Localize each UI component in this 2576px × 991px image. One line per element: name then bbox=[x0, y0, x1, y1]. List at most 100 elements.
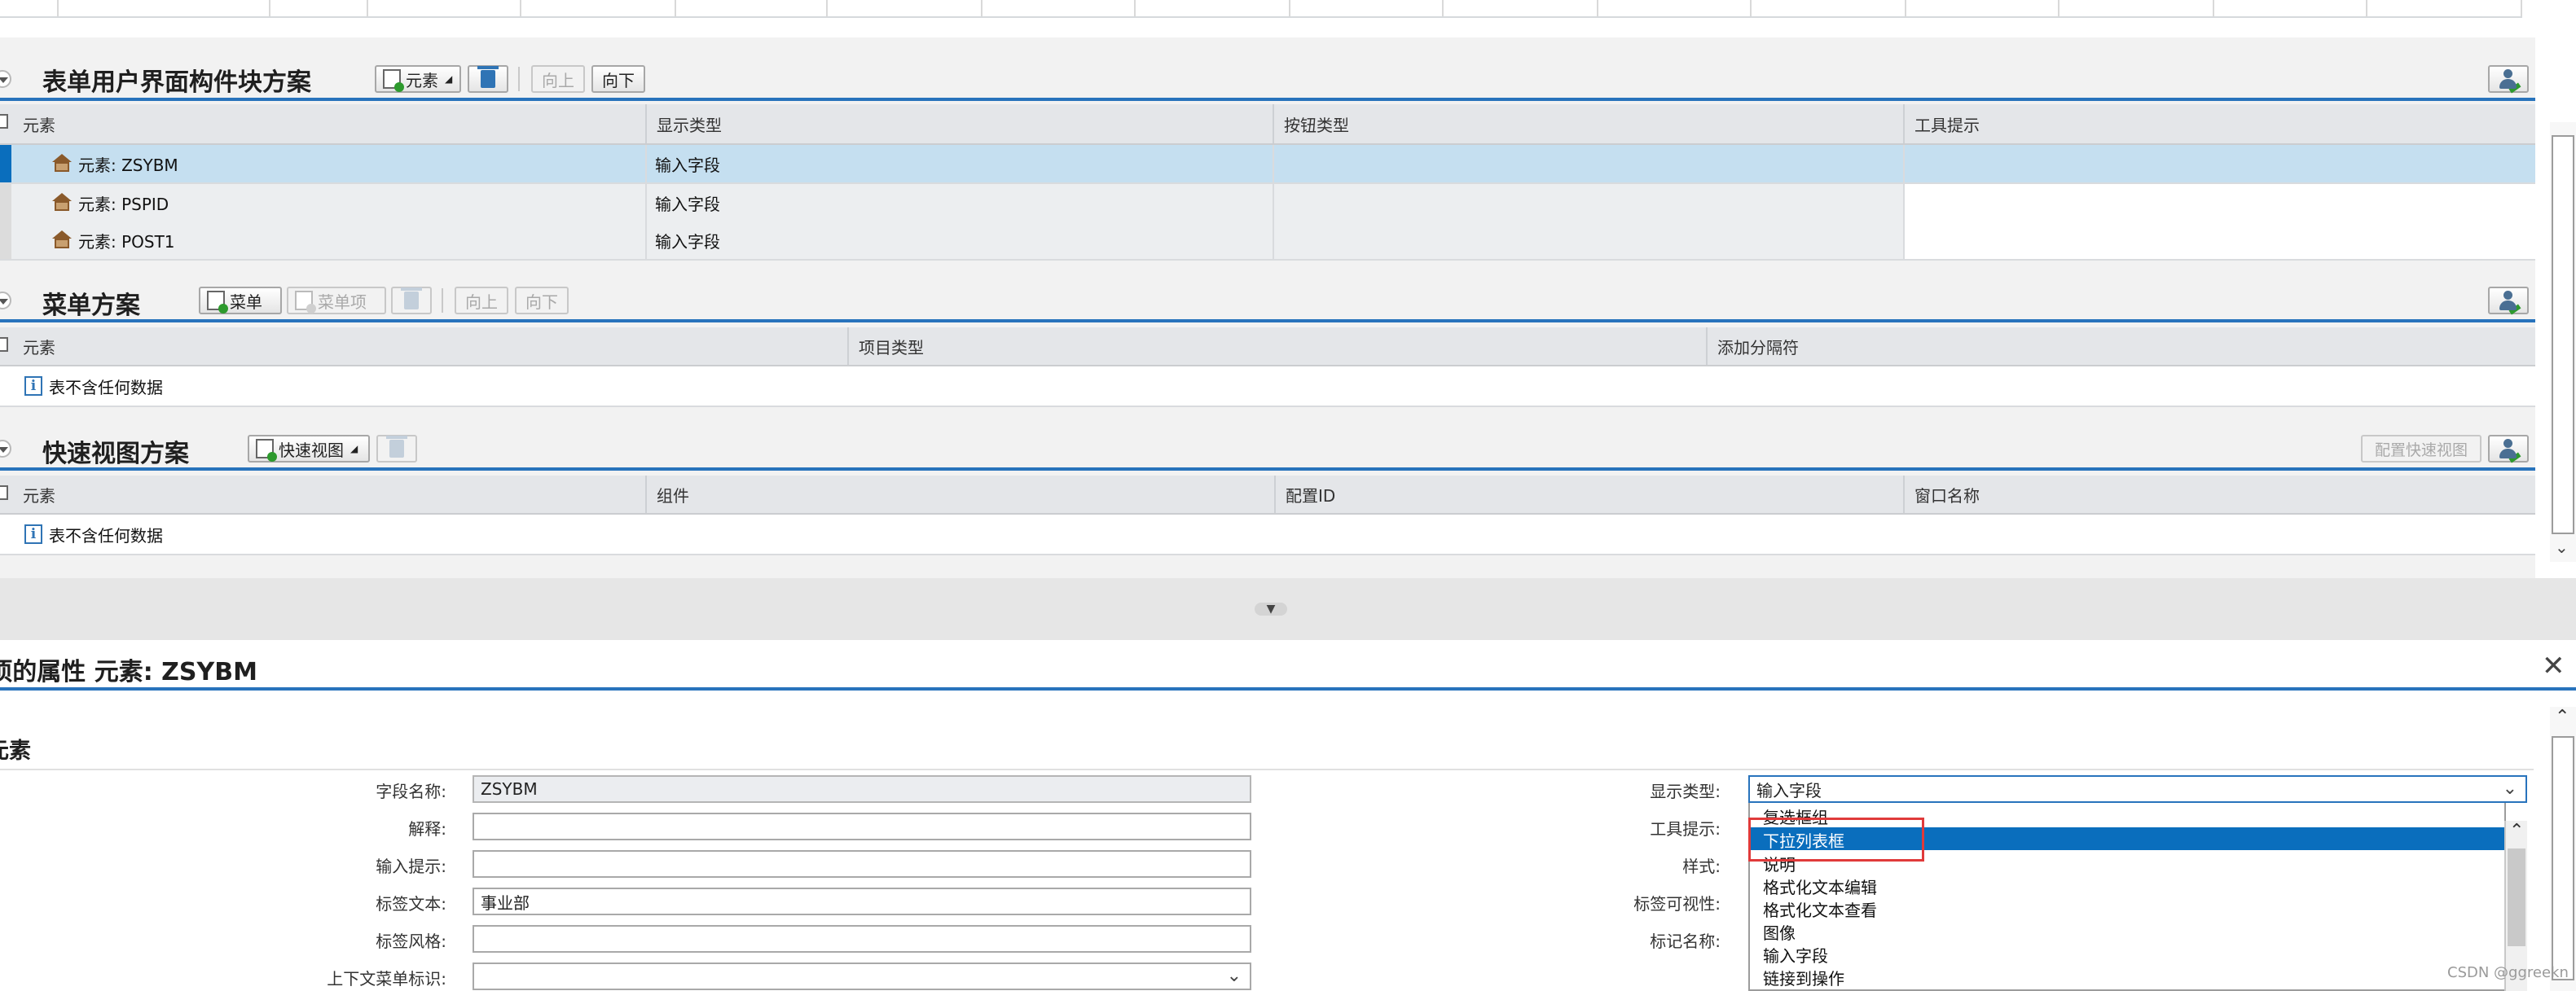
dropdown-option[interactable]: 格式化文本编辑 bbox=[1763, 875, 1877, 898]
ui-blocks-table-header: 元素 显示类型 按钮类型 工具提示 bbox=[0, 104, 2535, 145]
close-icon[interactable]: ✕ bbox=[2542, 650, 2565, 682]
field-name-input[interactable]: ZSYBM bbox=[473, 775, 1251, 803]
splitter-handle-icon[interactable]: ▼ bbox=[1255, 603, 1287, 616]
field-label: 标签风格: bbox=[376, 932, 446, 951]
context-menu-id-select[interactable]: ⌄ bbox=[473, 962, 1251, 990]
dropdown-arrow-icon: ◢ bbox=[445, 73, 453, 85]
chevron-down-icon: ⌄ bbox=[2502, 778, 2517, 799]
row-selector[interactable] bbox=[0, 145, 11, 182]
column-header[interactable]: 工具提示 bbox=[1903, 104, 2535, 143]
row-selector[interactable] bbox=[0, 221, 11, 259]
add-quickview-button[interactable]: 快速视图 ◢ bbox=[248, 435, 370, 463]
empty-row: i 表不含任何数据 bbox=[0, 366, 2535, 407]
column-header[interactable]: 配置ID bbox=[1274, 476, 1903, 513]
column-header[interactable]: 显示类型 bbox=[645, 104, 1273, 143]
scrollbar-thumb[interactable] bbox=[2508, 848, 2525, 946]
table-row[interactable]: 元素: POST1 输入字段 bbox=[0, 221, 2535, 261]
watermark: CSDN @ggreekn bbox=[2447, 964, 2569, 981]
trash-icon bbox=[477, 66, 499, 88]
explanation-input[interactable] bbox=[473, 813, 1251, 840]
dropdown-option[interactable]: 格式化文本查看 bbox=[1763, 897, 1877, 921]
input-hint-input[interactable] bbox=[473, 850, 1251, 878]
info-icon: i bbox=[24, 524, 42, 544]
section-divider bbox=[0, 98, 2535, 101]
move-up-button[interactable]: 向上 bbox=[531, 65, 585, 93]
scroll-down-icon[interactable]: ⌄ bbox=[2555, 537, 2569, 557]
scroll-up-icon[interactable]: ⌃ bbox=[2509, 821, 2524, 841]
table-row[interactable]: 元素: ZSYBM 输入字段 bbox=[0, 145, 2535, 184]
add-element-label: 元素 bbox=[406, 70, 438, 90]
field-label: 上下文菜单标识: bbox=[327, 969, 446, 989]
empty-message: i 表不含任何数据 bbox=[13, 366, 2457, 406]
details-scrollbar[interactable]: ⌃ bbox=[2550, 707, 2576, 991]
scrollbar-thumb[interactable] bbox=[2552, 135, 2574, 534]
add-menu-item-button[interactable]: 菜单项 bbox=[287, 287, 386, 314]
table-cell bbox=[2213, 0, 2367, 16]
field-label: 标记名称: bbox=[1650, 932, 1721, 951]
delete-button[interactable] bbox=[376, 435, 417, 463]
table-cell bbox=[1442, 0, 1598, 16]
table-cell bbox=[1289, 0, 1444, 16]
label-text-input[interactable]: 事业部 bbox=[473, 888, 1251, 915]
select-all-checkbox[interactable] bbox=[0, 337, 8, 352]
personalize-button[interactable] bbox=[2488, 435, 2529, 463]
add-menu-button[interactable]: 菜单 bbox=[199, 287, 282, 314]
column-header[interactable]: 组件 bbox=[645, 476, 1274, 513]
column-header[interactable]: 元素 bbox=[13, 104, 645, 143]
field-label: 字段名称: bbox=[376, 782, 446, 801]
new-document-icon bbox=[383, 69, 404, 92]
configure-quickview-button[interactable]: 配置快速视图 bbox=[2361, 435, 2481, 463]
personalize-button[interactable] bbox=[2488, 287, 2529, 315]
empty-text: 表不含任何数据 bbox=[49, 377, 163, 397]
personalize-button[interactable] bbox=[2488, 65, 2529, 94]
table-cell bbox=[1134, 0, 1290, 16]
column-header[interactable]: 元素 bbox=[13, 476, 645, 513]
empty-text: 表不含任何数据 bbox=[49, 525, 163, 546]
column-header[interactable]: 添加分隔符 bbox=[1706, 327, 2535, 365]
cell-element: 元素: POST1 bbox=[13, 221, 645, 259]
dropdown-arrow-icon: ◢ bbox=[350, 443, 358, 454]
table-cell bbox=[826, 0, 982, 16]
table-row[interactable]: 元素: PSPID 输入字段 bbox=[0, 184, 2535, 223]
section-title-ui-blocks: 表单用户界面构件块方案 bbox=[42, 68, 311, 97]
column-header[interactable]: 按钮类型 bbox=[1273, 104, 1903, 143]
move-down-button[interactable]: 向下 bbox=[591, 65, 645, 93]
move-down-button[interactable]: 向下 bbox=[515, 287, 569, 314]
field-label: 工具提示: bbox=[1650, 819, 1721, 839]
scrollbar-thumb[interactable] bbox=[2552, 736, 2574, 980]
upper-scrollbar[interactable]: ⌄ bbox=[2550, 122, 2576, 562]
chevron-down-icon: ⌄ bbox=[1226, 966, 1242, 986]
section-title-quickview: 快速视图方案 bbox=[42, 440, 189, 468]
add-element-button[interactable]: 元素 ◢ bbox=[375, 65, 461, 93]
dropdown-option[interactable]: 输入字段 bbox=[1763, 943, 1828, 967]
select-all-checkbox[interactable] bbox=[0, 114, 8, 129]
label-style-input[interactable] bbox=[473, 925, 1251, 953]
column-header[interactable]: 窗口名称 bbox=[1903, 476, 2535, 513]
cell-display-type: 输入字段 bbox=[645, 221, 1273, 259]
dropdown-option[interactable]: 图像 bbox=[1763, 920, 1796, 944]
element-icon bbox=[51, 154, 73, 173]
details-subtitle: 元素 bbox=[0, 739, 31, 764]
cell-element: 元素: ZSYBM bbox=[13, 145, 645, 182]
new-document-icon bbox=[295, 291, 316, 314]
element-name: 元素: PSPID bbox=[78, 194, 169, 214]
column-header[interactable]: 项目类型 bbox=[847, 327, 1706, 365]
dropdown-option[interactable]: 链接到操作 bbox=[1763, 966, 1844, 989]
empty-message: i 表不含任何数据 bbox=[13, 515, 2457, 554]
select-all-checkbox[interactable] bbox=[0, 485, 8, 500]
cell-tooltip bbox=[1903, 145, 2535, 182]
empty-row: i 表不含任何数据 bbox=[0, 515, 2535, 555]
display-type-select[interactable]: 输入字段 ⌄ bbox=[1748, 775, 2527, 803]
column-header[interactable]: 元素 bbox=[13, 327, 847, 365]
table-cell bbox=[1750, 0, 1906, 16]
panel-splitter[interactable]: ▼ bbox=[0, 578, 2576, 640]
table-cell bbox=[0, 0, 59, 16]
cell-button-type bbox=[1273, 145, 1903, 182]
cell-element: 元素: PSPID bbox=[13, 184, 645, 221]
delete-button[interactable] bbox=[391, 287, 432, 314]
field-label: 显示类型: bbox=[1650, 782, 1721, 801]
delete-button[interactable] bbox=[468, 65, 508, 93]
row-selector[interactable] bbox=[0, 184, 11, 221]
move-up-button[interactable]: 向上 bbox=[455, 287, 508, 314]
scroll-up-icon[interactable]: ⌃ bbox=[2555, 707, 2569, 727]
